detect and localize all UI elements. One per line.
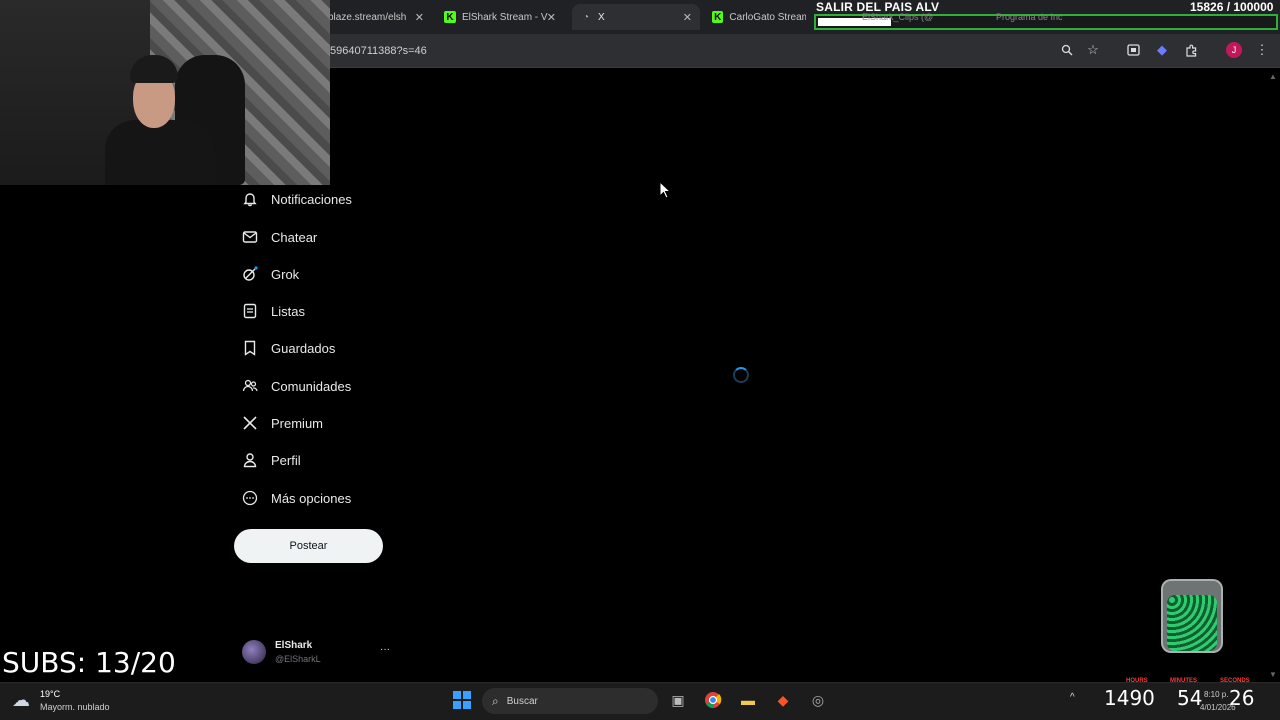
- sidebar-item-listas[interactable]: Listas: [242, 299, 305, 323]
- windows-start-icon[interactable]: [453, 691, 471, 709]
- tab-title: blaze.stream/elsh: [328, 11, 407, 23]
- weather-temp: 19°C: [40, 689, 61, 699]
- kick-icon: K: [712, 11, 724, 23]
- sidebar-item-premium[interactable]: Premium: [242, 411, 323, 435]
- menu-dots-icon[interactable]: ⋮: [1252, 40, 1272, 60]
- brave-icon[interactable]: ◆: [772, 689, 794, 711]
- goal-title: SALIR DEL PAIS ALV: [816, 0, 940, 14]
- task-view-icon[interactable]: ▣: [667, 689, 689, 711]
- sidebar-item-label: Guardados: [271, 340, 336, 356]
- chrome-icon[interactable]: [702, 689, 724, 711]
- stream-clock-hours: 1490: [1104, 686, 1155, 710]
- donation-jar-fill: [1167, 595, 1217, 651]
- tab-title: CarloGato Stream: [729, 11, 806, 23]
- file-explorer-icon[interactable]: ▬: [737, 689, 759, 711]
- stream-clock-minutes: 54: [1177, 686, 1203, 710]
- tab-title: ElShark Stream - V: [462, 11, 548, 23]
- browser-tab[interactable]: K CarloGato Stream: [704, 4, 814, 30]
- sidebar-item-notificaciones[interactable]: Notificaciones: [242, 187, 352, 211]
- close-icon[interactable]: ✕: [415, 11, 424, 24]
- sidebar-item-label: Comunidades: [271, 378, 352, 394]
- webcam-overlay: [0, 0, 330, 185]
- close-icon[interactable]: ✕: [683, 11, 692, 24]
- sidebar-item-guardados[interactable]: Guardados: [242, 336, 335, 360]
- extension-icon[interactable]: ◆: [1152, 40, 1172, 60]
- tab-title: Programa de Inc: [996, 12, 1063, 22]
- screen: blaze.stream/elsh ✕ K ElShark Stream - V…: [0, 0, 1280, 720]
- bookmark-star-icon[interactable]: ☆: [1083, 40, 1103, 60]
- sidebar-item-label: Premium: [271, 415, 324, 431]
- sidebar-item-label: Más opciones: [271, 490, 352, 506]
- sidebar-item-label: Notificaciones: [271, 191, 352, 207]
- grok-icon: [242, 266, 258, 282]
- account-handle: @ElSharkL: [275, 654, 321, 664]
- loading-spinner: [733, 367, 749, 383]
- subs-counter: SUBS: 13/20: [2, 646, 176, 679]
- sidebar-item-grok[interactable]: Grok: [242, 262, 299, 286]
- sidebar-item-perfil[interactable]: Perfil: [242, 448, 301, 472]
- tab-title: X: [598, 11, 605, 23]
- account-switcher[interactable]: ElShark @ElSharkL ···: [242, 638, 392, 670]
- donation-jar: [1161, 579, 1223, 653]
- cast-icon[interactable]: [1123, 40, 1143, 60]
- tray-chevron-icon[interactable]: ^: [1070, 692, 1075, 703]
- x-logo-icon: [242, 415, 258, 431]
- sidebar-item-label: Perfil: [271, 452, 301, 468]
- taskbar-search[interactable]: ⌕ Buscar: [482, 688, 658, 714]
- sidebar-item-label: Listas: [271, 303, 305, 319]
- close-icon[interactable]: ✕: [547, 11, 556, 24]
- cloudy-weather-icon[interactable]: ☁: [12, 690, 30, 711]
- weather-desc: Mayorm. nublado: [40, 702, 110, 712]
- profile-avatar[interactable]: J: [1226, 42, 1242, 58]
- scroll-down-icon[interactable]: ▼: [1269, 670, 1277, 679]
- clock-label-hours: HOURS: [1126, 678, 1148, 684]
- webcam-person-body: [105, 120, 215, 185]
- browser-tab[interactable]: blaze.stream/elsh ✕: [320, 4, 432, 30]
- puzzle-icon[interactable]: [1181, 40, 1201, 60]
- system-date: 4/01/2026: [1200, 703, 1236, 712]
- zoom-icon[interactable]: [1057, 40, 1077, 60]
- goal-count: 15826 / 100000: [1190, 0, 1274, 14]
- more-icon[interactable]: ···: [380, 644, 390, 655]
- system-time: 8:10 p.: [1204, 690, 1229, 699]
- avatar: [242, 640, 266, 664]
- browser-tab-active[interactable]: ◔ X ✕: [572, 4, 700, 30]
- sidebar-item-chatear[interactable]: Chatear: [242, 225, 317, 249]
- clock-label-seconds: SECONDS: [1220, 678, 1250, 684]
- post-button[interactable]: Postear: [234, 529, 383, 563]
- address-bar[interactable]: 59640711388?s=46: [320, 39, 1090, 63]
- bookmark-icon: [242, 340, 258, 356]
- people-icon: [242, 378, 258, 394]
- mail-icon: [242, 229, 258, 245]
- kick-icon: K: [444, 11, 456, 23]
- sidebar-item-label: Chatear: [271, 229, 318, 245]
- url-text: 59640711388?s=46: [330, 45, 427, 57]
- search-icon: ⌕: [492, 693, 499, 708]
- app-icon[interactable]: ◎: [807, 689, 829, 711]
- person-icon: [242, 452, 258, 468]
- browser-tab[interactable]: K ElShark Stream - V ✕: [436, 4, 564, 30]
- sidebar-item-mas-opciones[interactable]: Más opciones: [242, 486, 351, 510]
- list-icon: [242, 303, 258, 319]
- scroll-up-icon[interactable]: ▲: [1269, 72, 1277, 81]
- x-loading-icon: ◔: [582, 11, 590, 23]
- account-name: ElShark: [275, 640, 313, 651]
- more-circle-icon: [242, 490, 258, 506]
- sidebar-item-label: Grok: [271, 266, 300, 282]
- search-placeholder: Buscar: [506, 695, 538, 707]
- sidebar-item-comunidades[interactable]: Comunidades: [242, 374, 351, 398]
- bell-icon: [242, 191, 258, 207]
- clock-label-minutes: MINUTES: [1170, 678, 1197, 684]
- mouse-cursor-icon: [659, 180, 672, 204]
